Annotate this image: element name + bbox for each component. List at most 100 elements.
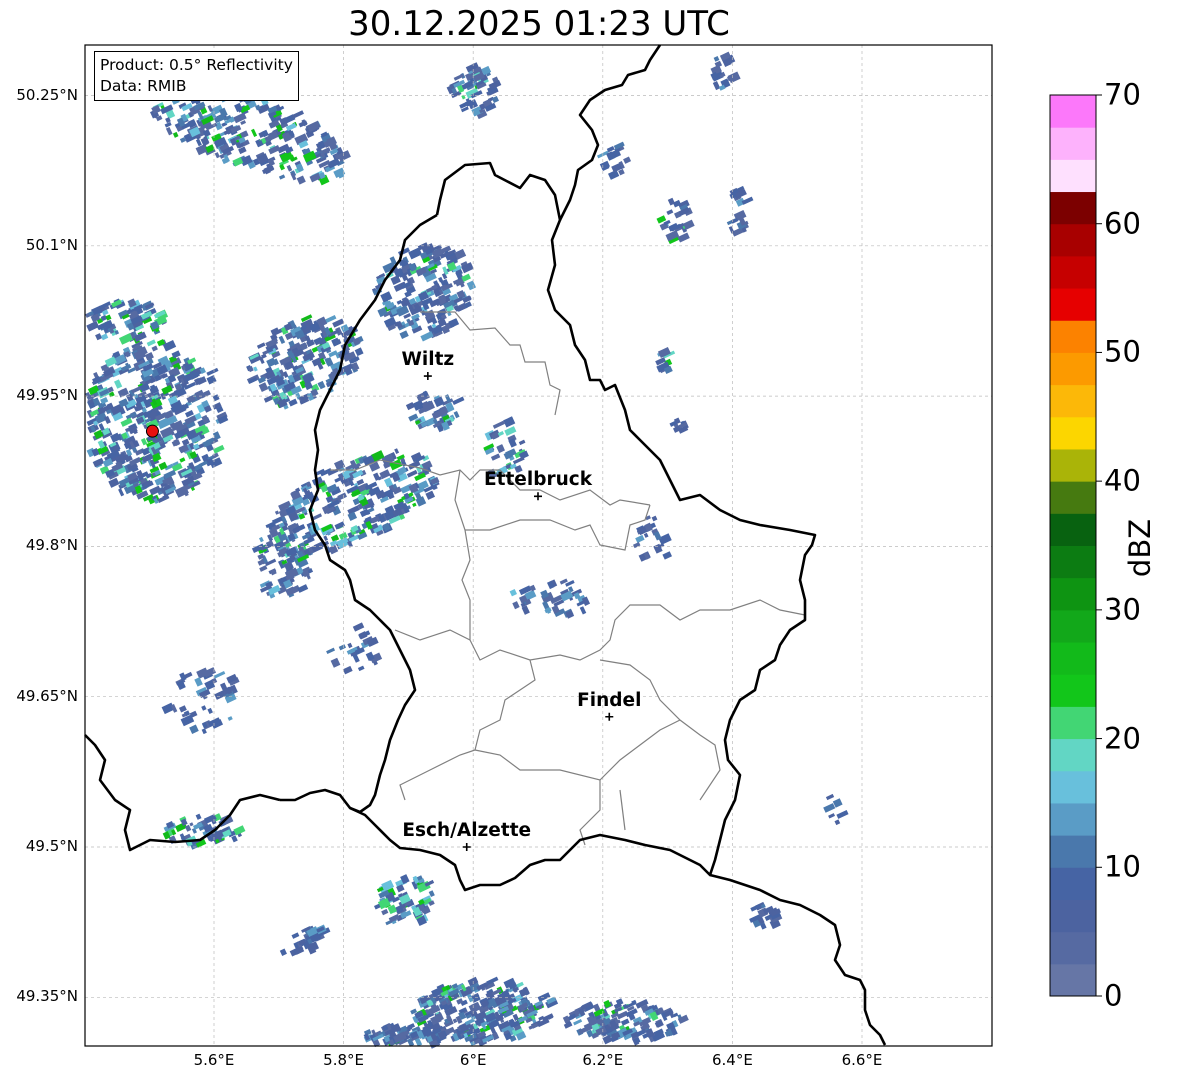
echo-pixel (198, 460, 208, 468)
colorbar-bin (1050, 770, 1096, 804)
colorbar-bin (1050, 448, 1096, 482)
echo-pixel (201, 705, 207, 711)
echo-pixel (98, 423, 105, 431)
echo-pixel (278, 335, 286, 345)
echo-pixel (509, 589, 517, 597)
echo-pixel (633, 542, 641, 549)
echo-pixel (195, 813, 202, 820)
echo-pixel (643, 532, 649, 538)
echo-pixel (651, 515, 658, 522)
echo-pixel (453, 411, 460, 419)
colorbar-tick-label: 0 (1104, 978, 1123, 1013)
city-label: Ettelbruck (483, 469, 593, 491)
echo-pixel (381, 908, 389, 916)
map-frame (84, 44, 993, 1047)
echo-pixel (623, 156, 632, 164)
echo-pixel (836, 810, 849, 819)
colorbar-bin (1050, 609, 1096, 643)
radar-map[interactable] (0, 0, 1184, 1081)
luxembourg-border (280, 161, 817, 892)
echo-pixel (189, 724, 199, 734)
echo-pixel (677, 232, 690, 243)
colorbar-bin (1050, 320, 1096, 353)
echo-pixel (452, 396, 465, 406)
echo-pixel (253, 366, 258, 372)
colorbar-bin (1050, 159, 1096, 193)
city-marker (423, 372, 432, 381)
lat-tick-label: 49.5°N (25, 837, 78, 855)
radar-site-marker (145, 424, 159, 438)
echo-pixel (291, 110, 304, 119)
echo-pixel (105, 314, 112, 321)
colorbar-bin (1050, 416, 1096, 450)
echo-pixel (194, 677, 203, 687)
colorbar-tick-label: 70 (1104, 77, 1141, 112)
canton-boundaries (330, 311, 806, 846)
colorbar-tick-label: 20 (1104, 720, 1141, 755)
echo-pixel (635, 534, 645, 544)
echo-pixel (823, 803, 836, 813)
colorbar-bin (1050, 288, 1096, 321)
city-label: Esch/Alzette (402, 820, 532, 841)
echo-pixel (490, 453, 501, 461)
echo-pixel (206, 367, 219, 376)
echo-pixel (741, 196, 754, 205)
echo-pixel (356, 478, 365, 486)
city-label: Wiltz (401, 349, 455, 371)
echo-pixel (326, 647, 336, 655)
colorbar-bin (1050, 384, 1096, 418)
colorbar-bin (1050, 191, 1096, 225)
lat-tick-label: 49.95°N (16, 386, 78, 405)
product-label: Product: 0.5° Reflectivity (100, 56, 293, 74)
echo-pixel (278, 174, 286, 180)
germany-border (558, 44, 662, 221)
echo-pixel (342, 665, 353, 675)
colorbar-bin (1050, 642, 1096, 675)
echo-pixel (212, 444, 225, 454)
city-marker (462, 843, 471, 851)
echo-pixel (296, 175, 306, 185)
colorbar-label: dBZ (1123, 518, 1157, 578)
echo-pixel (425, 490, 436, 500)
echo-pixel (352, 653, 360, 663)
echo-pixel (258, 382, 269, 393)
colorbar-tick-label: 10 (1104, 849, 1141, 884)
echo-pixel (286, 164, 293, 172)
echo-pixel (179, 457, 186, 463)
echo-pixel (227, 716, 233, 721)
echo-pixel (394, 448, 400, 454)
echo-pixel (728, 226, 735, 234)
echo-pixel (164, 121, 172, 128)
colorbar-bin (1050, 835, 1096, 868)
echo-pixel (207, 104, 213, 112)
echo-pixel (354, 347, 364, 357)
echo-pixel (518, 439, 526, 446)
colorbar-bin (1050, 513, 1096, 546)
echo-pixel (599, 160, 611, 170)
echo-pixel (125, 411, 137, 420)
echo-pixel (412, 502, 417, 508)
colorbar-bin (1050, 802, 1096, 836)
echo-pixel (334, 476, 342, 483)
echo-pixel (828, 813, 836, 819)
colorbar-bin (1050, 223, 1096, 257)
colorbar-bin (1050, 706, 1096, 740)
echo-pixel (290, 172, 297, 181)
precipitation-echoes (85, 51, 849, 1049)
canton-boundary (619, 789, 626, 831)
echo-pixel (579, 606, 587, 615)
radar-site-icon (145, 424, 159, 438)
echo-pixel (352, 622, 365, 632)
lat-tick-label: 50.1°N (25, 235, 78, 254)
echo-pixel (466, 280, 477, 291)
colorbar-bin (1050, 545, 1096, 579)
echo-pixel (291, 932, 300, 939)
city-marker (605, 712, 614, 721)
echo-pixel (420, 331, 434, 342)
echo-pixel (259, 536, 264, 543)
echo-pixel (274, 510, 280, 515)
colorbar-bin (1050, 674, 1096, 707)
map-gridlines (85, 45, 992, 1046)
echo-pixel (201, 728, 207, 735)
echo-pixel (331, 337, 341, 347)
